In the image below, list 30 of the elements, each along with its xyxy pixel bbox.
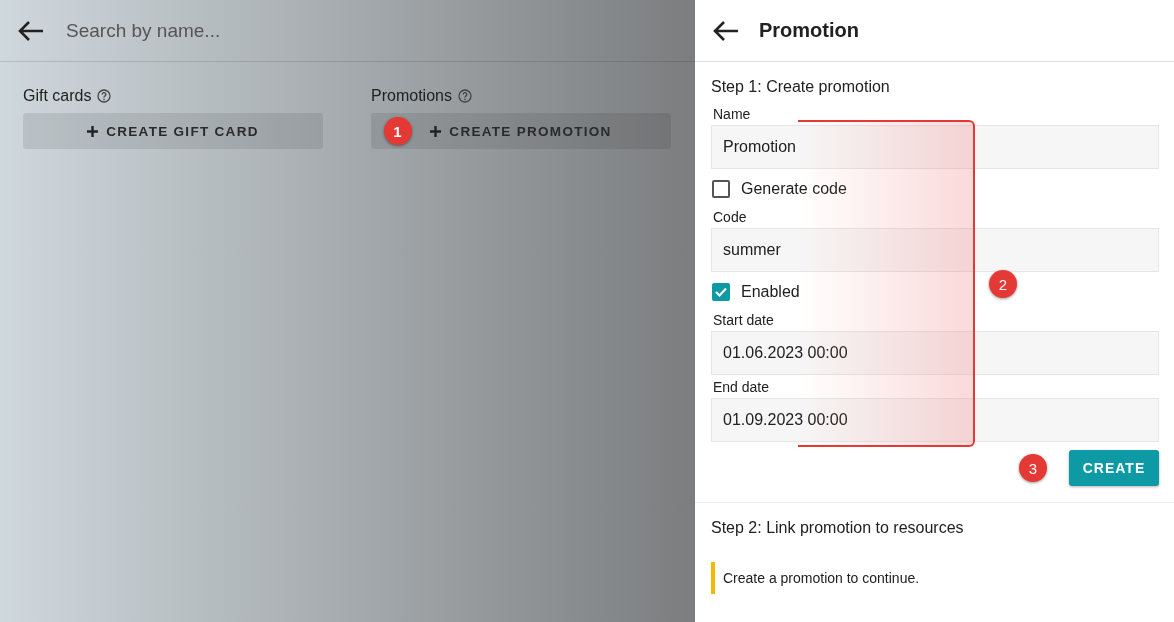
- field-label: End date: [712, 379, 771, 395]
- annotation-badge: 2: [989, 270, 1017, 298]
- step-heading: Step 1: Create promotion: [711, 78, 891, 96]
- field-label: Name: [712, 106, 752, 122]
- search-field[interactable]: Search by name...: [64, 18, 677, 43]
- help-icon[interactable]: [97, 89, 112, 103]
- create-button[interactable]: CREATE GIFT CARD: [23, 113, 323, 149]
- create-button[interactable]: 1 CREATE PROMOTION: [371, 113, 671, 149]
- checkbox[interactable]: [712, 283, 730, 301]
- back-arrow-icon[interactable]: [713, 19, 739, 42]
- step-heading: Step 2: Link promotion to resources: [710, 519, 965, 537]
- back-arrow-icon[interactable]: [18, 19, 44, 42]
- field-label: Code: [712, 209, 748, 225]
- plus-icon: [430, 125, 442, 137]
- input-field[interactable]: 01.09.2023 00:00: [711, 398, 1159, 442]
- section-title: Promotions: [371, 87, 452, 105]
- section-title: Gift cards: [23, 87, 92, 105]
- help-icon[interactable]: [457, 89, 472, 103]
- checkbox-label: Generate code: [741, 180, 847, 198]
- field-label: Start date: [712, 312, 775, 328]
- annotation-badge: 1: [384, 117, 412, 145]
- info-notice: Create a promotion to continue.: [711, 562, 1174, 594]
- panel-title: Promotion: [759, 19, 859, 42]
- checkbox[interactable]: [712, 180, 730, 198]
- input-field[interactable]: 01.06.2023 00:00: [711, 331, 1159, 375]
- input-field[interactable]: Promotion: [711, 125, 1159, 169]
- annotation-badge: 3: [1019, 454, 1047, 482]
- input-field[interactable]: summer: [711, 228, 1159, 272]
- plus-icon: [87, 125, 99, 137]
- checkbox-label: Enabled: [741, 283, 800, 301]
